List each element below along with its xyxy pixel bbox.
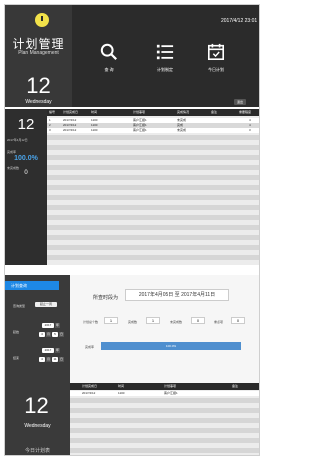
cell-priority: 3 bbox=[249, 128, 251, 132]
cell-item: 客户汇报1 bbox=[133, 128, 147, 132]
table-row[interactable]: 3 2017/4/12 1100 客户汇报1 未完成 3 bbox=[47, 128, 259, 133]
nav-plan-create-label: 计划制定 bbox=[157, 67, 173, 72]
cell-status: 未完成 bbox=[177, 128, 187, 132]
col-priority: 重要程度 bbox=[239, 110, 252, 114]
month-unit: 月 bbox=[46, 357, 51, 362]
completion-rate-label: 完成率 bbox=[7, 150, 17, 154]
cell-time: 1100 bbox=[118, 391, 125, 395]
nav-search-label: 查 询 bbox=[104, 67, 114, 72]
empty-row bbox=[70, 448, 259, 453]
progress-label: 完成率 bbox=[85, 345, 95, 349]
clock-logo-icon bbox=[35, 13, 49, 27]
app-subtitle: Plan Management bbox=[18, 50, 59, 56]
col-id: 编号 bbox=[49, 110, 56, 114]
nav-today-plan-label: 今日计划 bbox=[208, 67, 224, 72]
year-unit: 年 bbox=[55, 348, 60, 353]
col-note: 备注 bbox=[232, 384, 239, 388]
today-day: 12 bbox=[26, 73, 51, 98]
nav-plan-create[interactable]: 计划制定 bbox=[148, 43, 182, 73]
query-type-select[interactable]: 起止一周 bbox=[35, 302, 57, 307]
today-weekday: Wednesday bbox=[25, 99, 52, 105]
stat-key-label: 重点项 bbox=[214, 320, 224, 324]
col-item: 计划事项 bbox=[133, 110, 146, 114]
brand-panel: 计划管理 Plan Management 12 Wednesday bbox=[5, 5, 72, 107]
stat-total-value: 1 bbox=[104, 317, 118, 324]
cell-date: 2017/4/12 bbox=[82, 391, 96, 395]
day-unit: 日 bbox=[59, 332, 64, 337]
today-plan-table: 编号 计划完成日 时间 计划事项 完成情况 备注 重要程度 1 2017/4/1… bbox=[47, 109, 259, 265]
end-year[interactable]: 2017 bbox=[42, 348, 54, 353]
search-icon bbox=[100, 43, 117, 60]
unfinished-count: 0 bbox=[24, 170, 28, 176]
start-year[interactable]: 2017 bbox=[42, 323, 54, 328]
start-month[interactable]: 4 bbox=[39, 332, 45, 337]
cell-item: 客户汇报1 bbox=[164, 391, 178, 395]
query-big-day: 12 bbox=[24, 393, 49, 418]
table-header: 计划完成日 时间 计划事项 备注 bbox=[70, 383, 259, 390]
col-status: 完成情况 bbox=[177, 110, 190, 114]
col-time: 时间 bbox=[91, 110, 98, 114]
current-datetime: 2017/4/12 23:01 bbox=[221, 18, 258, 24]
col-time: 时间 bbox=[118, 384, 125, 388]
cell-date: 2017/4/12 bbox=[63, 128, 77, 132]
nav-today-plan[interactable]: 今日计划 bbox=[199, 43, 233, 73]
query-result-table: 计划完成日 时间 计划事项 备注 2017/4/12 1100 客户汇报1 bbox=[70, 383, 259, 455]
exit-button[interactable]: 退出 bbox=[234, 99, 246, 105]
cell-note bbox=[209, 128, 211, 133]
end-label: 结束 bbox=[13, 356, 20, 360]
today-plan-link[interactable]: 今日计划表 bbox=[5, 447, 71, 454]
summary-sidebar: 12 2017年4月12日 完成率 100.0% 未完成数 0 bbox=[5, 109, 47, 265]
header-bar: 2017/4/12 23:01 查 询 计划制定 今日计划 退出 bbox=[72, 5, 259, 107]
col-note: 备注 bbox=[211, 110, 218, 114]
col-date: 计划完成日 bbox=[82, 384, 98, 388]
stat-total-label: 计划总个数 bbox=[83, 320, 99, 324]
tab-plan-query[interactable]: 计划查询 bbox=[5, 281, 59, 290]
completion-progress-bar: 100.0% bbox=[101, 342, 241, 350]
nav-search[interactable]: 查 询 bbox=[92, 43, 126, 73]
calendar-icon bbox=[207, 43, 225, 61]
sidebar-date: 2017年4月12日 bbox=[7, 138, 28, 142]
cell-note bbox=[230, 391, 232, 396]
screen-separator bbox=[5, 265, 259, 275]
stat-done-label: 完成数 bbox=[128, 320, 138, 324]
range-label: 所查时段为 bbox=[93, 295, 119, 301]
empty-row bbox=[47, 255, 259, 260]
list-icon bbox=[156, 44, 174, 60]
start-day[interactable]: 5 bbox=[52, 332, 58, 337]
query-type-label: 查询类型 bbox=[13, 304, 26, 308]
query-weekday: Wednesday bbox=[24, 423, 51, 429]
end-day[interactable]: 11 bbox=[52, 357, 58, 362]
cell-time: 1100 bbox=[91, 128, 98, 132]
stat-undone-value: 0 bbox=[191, 317, 205, 324]
table-row[interactable]: 2017/4/12 1100 客户汇报1 bbox=[70, 391, 259, 396]
table-header: 编号 计划完成日 时间 计划事项 完成情况 备注 重要程度 bbox=[47, 109, 259, 116]
stat-undone-label: 未完成数 bbox=[170, 320, 183, 324]
col-date: 计划完成日 bbox=[63, 110, 79, 114]
range-value: 2017年4月05日 至 2017年4月11日 bbox=[125, 289, 229, 301]
progress-fill: 100.0% bbox=[101, 342, 241, 350]
month-unit: 月 bbox=[46, 332, 51, 337]
stat-key-value: 0 bbox=[231, 317, 245, 324]
year-unit: 年 bbox=[55, 323, 60, 328]
end-month[interactable]: 4 bbox=[39, 357, 45, 362]
completion-rate: 100.0% bbox=[14, 155, 38, 162]
app-frame: 计划管理 Plan Management 12 Wednesday 2017/4… bbox=[4, 4, 260, 456]
cell-id: 3 bbox=[49, 128, 51, 132]
col-item: 计划事项 bbox=[164, 384, 177, 388]
stat-done-value: 1 bbox=[146, 317, 160, 324]
start-label: 起始 bbox=[13, 330, 20, 334]
day-unit: 日 bbox=[59, 357, 64, 362]
